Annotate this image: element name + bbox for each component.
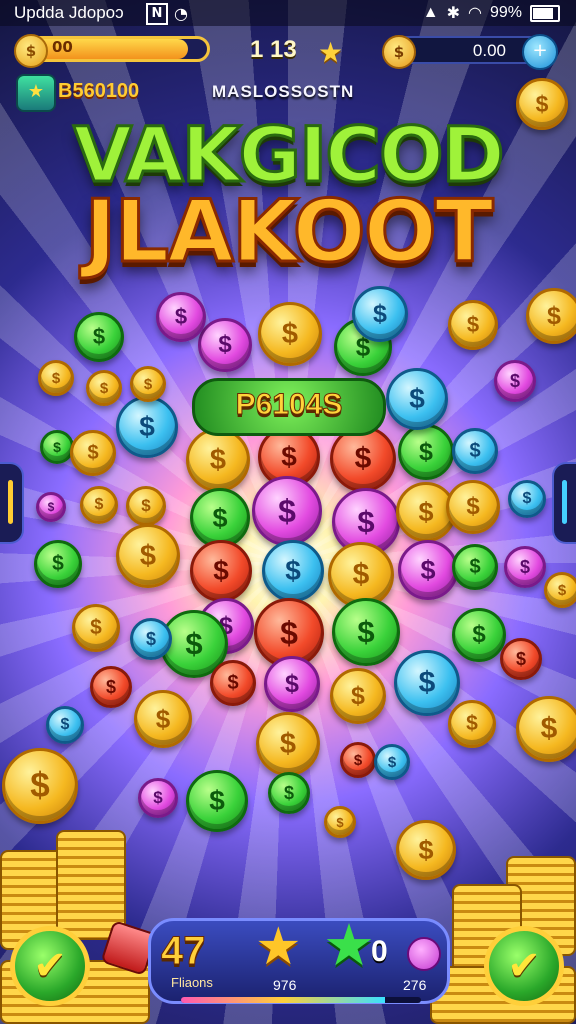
blue-coin-icon[interactable]: $: [262, 540, 324, 602]
gem-icon[interactable]: ★: [16, 74, 56, 112]
green-coin-icon[interactable]: $: [398, 424, 454, 480]
gold-coin-icon[interactable]: $: [116, 524, 180, 588]
gold-coin-icon[interactable]: $: [258, 302, 322, 366]
confirm-left-button[interactable]: ✔: [10, 926, 90, 1006]
pink-coin-icon[interactable]: $: [36, 492, 66, 522]
zero-display: 0: [371, 935, 388, 968]
confirm-right-button[interactable]: ✔: [484, 926, 564, 1006]
green-coin-icon[interactable]: $: [74, 312, 124, 362]
progress-bar-fill: [181, 997, 385, 1003]
gold-coin-icon[interactable]: $: [70, 430, 116, 476]
gem-value: 276: [403, 977, 427, 993]
gold-coin-icon[interactable]: $: [544, 572, 576, 608]
gold-coin-icon[interactable]: $: [330, 668, 386, 724]
prize-display: P6104S: [192, 378, 386, 436]
green-coin-icon[interactable]: $: [34, 540, 82, 588]
gold-coin-icon[interactable]: $: [86, 370, 122, 406]
xp-text: 00: [52, 38, 73, 56]
gold-coin-icon[interactable]: $: [38, 360, 74, 396]
gold-coin-icon[interactable]: $: [256, 712, 320, 776]
battery-percent: 99%: [489, 4, 522, 21]
notification-n-icon: N: [146, 3, 168, 25]
coin-icon: $: [14, 34, 48, 68]
gold-coin-icon[interactable]: $: [2, 748, 78, 824]
green-coin-icon[interactable]: $: [186, 770, 248, 832]
game-title-line2: JLAKOOT: [83, 181, 495, 284]
pink-coin-icon[interactable]: $: [252, 476, 322, 546]
gold-coin-icon[interactable]: $: [516, 696, 576, 762]
banner-text: MASLOSSOSTN: [212, 82, 355, 101]
green-star-icon[interactable]: ★: [323, 911, 375, 979]
coin-icon: $: [382, 35, 416, 69]
red-coin-icon[interactable]: $: [340, 742, 376, 778]
status-right: ▲ ✱ ◠ 99%: [423, 3, 560, 23]
pink-coin-icon[interactable]: $: [264, 656, 320, 712]
blue-coin-icon[interactable]: $: [386, 368, 448, 430]
gold-coin-icon[interactable]: $: [72, 604, 120, 652]
count-display: 47: [161, 929, 206, 974]
star-icon: ★: [318, 36, 344, 69]
blue-coin-icon[interactable]: $: [452, 428, 498, 474]
count-label: Fliaons: [171, 975, 213, 990]
gem-value: B560100: [58, 80, 140, 102]
gold-coin-icon[interactable]: $: [526, 288, 576, 344]
top-hud: $ 00 1 13 ★ $ 0.00 +: [0, 30, 576, 70]
green-coin-icon[interactable]: $: [452, 608, 506, 662]
coin-balance: $ 0.00 +: [382, 34, 558, 70]
blue-coin-icon[interactable]: $: [508, 480, 546, 518]
red-coin-icon[interactable]: $: [210, 660, 256, 706]
gold-coin-icon[interactable]: $: [126, 486, 166, 526]
blue-coin-icon[interactable]: $: [352, 286, 408, 342]
gold-coin-icon[interactable]: $: [80, 486, 118, 524]
add-coins-button[interactable]: +: [522, 34, 558, 70]
left-side-tab[interactable]: [0, 462, 24, 544]
gold-coin-icon[interactable]: $: [130, 366, 166, 402]
pink-coin-icon[interactable]: $: [156, 292, 206, 342]
green-coin-icon[interactable]: $: [332, 598, 400, 666]
gem-icon: [407, 937, 441, 971]
red-coin-icon[interactable]: $: [190, 540, 252, 602]
blue-coin-icon[interactable]: $: [130, 618, 172, 660]
bottom-panel: 47 Fliaons ★ ★ 0 976 276: [148, 911, 450, 1004]
balance-value: 0.00: [472, 41, 506, 60]
star-icon[interactable]: ★: [255, 917, 302, 977]
pink-coin-icon[interactable]: $: [198, 318, 252, 372]
status-time: Updda Jdopoɔ: [14, 3, 124, 22]
blue-coin-icon[interactable]: $: [374, 744, 410, 780]
pink-coin-icon[interactable]: $: [504, 546, 546, 588]
blue-coin-icon[interactable]: $: [116, 396, 178, 458]
green-coin-icon[interactable]: $: [190, 488, 250, 548]
red-coin-icon[interactable]: $: [500, 638, 542, 680]
star-value: 976: [273, 977, 297, 993]
pink-coin-icon[interactable]: $: [494, 360, 536, 402]
gold-coin-icon[interactable]: $: [446, 480, 500, 534]
gold-coin-icon[interactable]: $: [448, 700, 496, 748]
green-coin-icon[interactable]: $: [40, 430, 74, 464]
gold-coin-icon[interactable]: $: [396, 820, 456, 880]
green-coin-icon[interactable]: $: [452, 544, 498, 590]
gold-coin-icon[interactable]: $: [134, 690, 192, 748]
pink-coin-icon[interactable]: $: [398, 540, 458, 600]
level-display: 1 13: [250, 36, 297, 63]
signal-icon: ▲: [422, 4, 439, 21]
right-side-tab[interactable]: [552, 462, 576, 544]
gold-coin-icon[interactable]: $: [324, 806, 356, 838]
wifi-icon: ◠: [468, 5, 482, 22]
gold-coin-icon[interactable]: $: [186, 428, 250, 492]
progress-bar: [181, 997, 421, 1003]
blue-coin-icon[interactable]: $: [394, 650, 460, 716]
pink-coin-icon[interactable]: $: [138, 778, 178, 818]
status-bar: Updda Jdopoɔ N ◔ ▲ ✱ ◠ 99%: [0, 0, 576, 26]
green-coin-icon[interactable]: $: [268, 772, 310, 814]
gold-coin-icon[interactable]: $: [448, 300, 498, 350]
gold-coin-icon[interactable]: $: [516, 78, 568, 130]
blue-coin-icon[interactable]: $: [46, 706, 84, 744]
wifi-icon: ◔: [174, 4, 188, 23]
red-coin-icon[interactable]: $: [90, 666, 132, 708]
bluetooth-icon: ✱: [446, 5, 460, 22]
battery-icon: [530, 4, 560, 22]
